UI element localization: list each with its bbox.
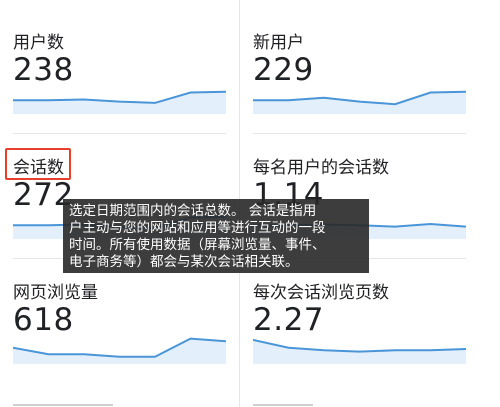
metric-label: 新用户: [253, 33, 304, 53]
metric-label: 用户数: [13, 33, 64, 53]
sparkline-area: [253, 91, 466, 114]
highlight-box: [5, 148, 71, 180]
metric-label: 每名用户的会话数: [253, 158, 389, 178]
next-card-peek-left: [13, 400, 113, 407]
metric-value: 229: [253, 52, 314, 88]
metric-tooltip: 选定日期范围内的会话总数。 会话是指用 户主动与您的网站和应用等进行互动的一段 …: [63, 199, 369, 273]
sparkline: [253, 90, 466, 114]
tooltip-line: 电子商务等）都会与某次会话相关联。: [69, 254, 299, 270]
tooltip-line: 选定日期范围内的会话总数。 会话是指用: [69, 203, 317, 219]
metric-card-users[interactable]: 用户数 238: [13, 0, 241, 120]
metric-label: 每次会话浏览页数: [253, 283, 389, 303]
tooltip-line: 户主动与您的网站和应用等进行互动的一段: [69, 220, 326, 236]
sparkline-area: [13, 338, 226, 364]
tooltip-line: 时间。所有使用数据（屏幕浏览量、事件、: [69, 237, 326, 253]
next-card-peek-right: [253, 400, 313, 407]
sparkline-area: [13, 91, 226, 114]
sparkline: [13, 90, 226, 114]
metric-card-new-users[interactable]: 新用户 229: [253, 0, 481, 120]
sparkline: [13, 337, 226, 364]
metric-label: 网页浏览量: [13, 283, 98, 303]
metric-value: 2.27: [253, 302, 325, 338]
metric-value: 238: [13, 52, 74, 88]
sparkline: [253, 338, 466, 364]
metric-value: 618: [13, 302, 74, 338]
